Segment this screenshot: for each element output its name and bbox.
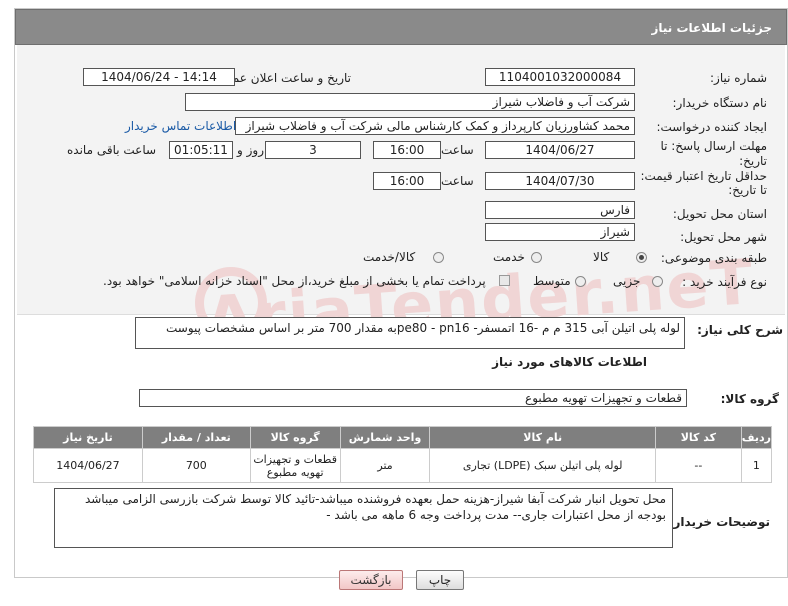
cell-goods-code: -- <box>654 448 742 483</box>
col-unit: واحد شمارش <box>339 426 431 449</box>
buyer-notes-label: توضیحات خریدار: <box>668 515 770 529</box>
buyer-notes-field: محل تحویل انبار شرکت آبفا شیراز-هزینه حم… <box>54 488 673 548</box>
buyer-notes-line-1: محل تحویل انبار شرکت آبفا شیراز-هزینه حم… <box>84 492 666 506</box>
deadline-date-field: 1404/06/27 <box>485 141 635 159</box>
validity-label-1: حداقل تاریخ اعتبار قیمت: <box>640 169 767 183</box>
treasury-checkbox[interactable] <box>499 275 510 286</box>
deadline-label-2: تاریخ: <box>739 154 767 168</box>
description-field: لوله پلی اتیلن آبی 315 م م -16 اتمسفر- p… <box>135 317 685 349</box>
category-radio-service[interactable] <box>531 252 542 263</box>
col-goods-code: کد کالا <box>654 426 742 449</box>
cell-need-date: 1404/06/27 <box>33 448 143 483</box>
deadline-time-label: ساعت <box>441 143 474 157</box>
province-field: فارس <box>485 201 635 219</box>
purchase-type-label: نوع فرآیند خرید : <box>682 275 767 289</box>
category-radio-goods-service[interactable] <box>433 252 444 263</box>
col-goods-group: گروه کالا <box>249 426 341 449</box>
table-header-row: ردیف کد کالا نام کالا واحد شمارش گروه کا… <box>33 426 773 449</box>
purchase-radio-medium[interactable] <box>575 276 586 287</box>
remaining-label: ساعت باقی مانده <box>67 143 157 157</box>
need-number-label: شماره نیاز: <box>710 71 767 85</box>
goods-group-field: قطعات و تجهیزات تهویه مطبوع <box>139 389 687 407</box>
buyer-org-label: نام دستگاه خریدار: <box>672 96 768 110</box>
cell-goods-name: لوله پلی اتیلن سبک (LDPE) تجاری <box>429 448 656 483</box>
deadline-label-1: مهلت ارسال پاسخ: تا <box>660 139 767 153</box>
creator-label: ایجاد کننده درخواست: <box>656 120 767 134</box>
cell-row-number: 1 <box>740 448 773 483</box>
validity-label-2: تا تاریخ: <box>728 183 767 197</box>
payment-note: پرداخت تمام یا بخشی از مبلغ خرید،از محل … <box>103 274 486 288</box>
category-label: طبقه بندی موضوعی: <box>660 251 767 265</box>
cell-unit: متر <box>339 448 431 483</box>
items-table: ردیف کد کالا نام کالا واحد شمارش گروه کا… <box>33 426 773 483</box>
page-header: جزئیات اطلاعات نیاز <box>15 9 787 45</box>
category-option-goods: کالا <box>593 250 610 264</box>
buyer-notes-line-2: بودجه از محل اعتبارات جاری-- مدت پرداخت … <box>326 508 666 522</box>
cell-quantity: 700 <box>141 448 251 483</box>
print-button[interactable]: چاپ <box>416 570 464 590</box>
category-option-goods-service: کالا/خدمت <box>363 250 416 264</box>
province-label: استان محل تحویل: <box>672 207 767 221</box>
purchase-radio-minor[interactable] <box>652 276 663 287</box>
buyer-contact-link[interactable]: اطلاعات تماس خریدار <box>125 119 236 133</box>
items-section-title: اطلاعات کالاهای مورد نیاز <box>492 355 647 369</box>
days-field: 3 <box>265 141 361 159</box>
need-number-field: 1104001032000084 <box>485 68 635 86</box>
table-row: 1 -- لوله پلی اتیلن سبک (LDPE) تجاری متر… <box>33 448 773 483</box>
remaining-time-field: 01:05:11 <box>169 141 233 159</box>
purchase-option-medium: متوسط <box>533 274 571 288</box>
description-label: شرح کلی نیاز: <box>697 323 783 337</box>
deadline-time-field: 16:00 <box>373 141 441 159</box>
days-label: روز و <box>237 143 264 157</box>
purchase-option-minor: جزیی <box>613 274 641 288</box>
city-label: شهر محل تحویل: <box>680 230 767 244</box>
validity-time-label: ساعت <box>441 174 474 188</box>
back-button[interactable]: بازگشت <box>339 570 403 590</box>
category-option-service: خدمت <box>493 250 525 264</box>
goods-group-label: گروه کالا: <box>720 392 779 406</box>
col-quantity: تعداد / مقدار <box>141 426 251 449</box>
cell-goods-group: قطعات و تجهیزات تهویه مطبوع <box>249 448 341 483</box>
validity-time-field: 16:00 <box>373 172 441 190</box>
col-goods-name: نام کالا <box>429 426 656 449</box>
col-row-number: ردیف <box>740 426 773 449</box>
category-radio-goods[interactable] <box>636 252 647 263</box>
announce-field: 1404/06/24 - 14:14 <box>83 68 235 86</box>
city-field: شیراز <box>485 223 635 241</box>
col-need-date: تاریخ نیاز <box>33 426 143 449</box>
buyer-org-field: شرکت آب و فاضلاب شیراز <box>185 93 635 111</box>
validity-date-field: 1404/07/30 <box>485 172 635 190</box>
creator-field: محمد کشاورزیان کارپرداز و کمک کارشناس ما… <box>235 117 635 135</box>
